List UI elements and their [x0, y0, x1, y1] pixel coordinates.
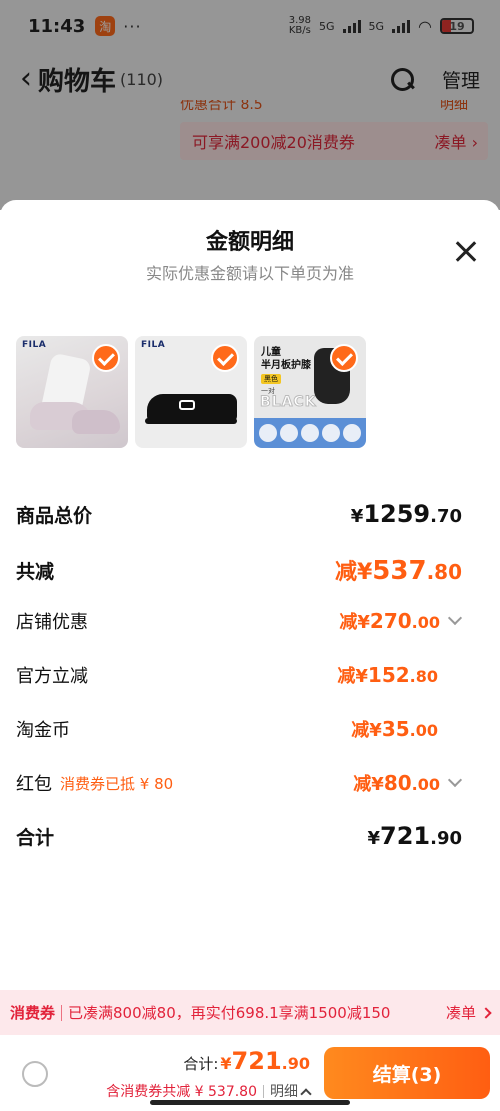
redpacket-amount: 减¥ 80.00	[353, 771, 440, 795]
coins-discount-row: 淘金币 减¥ 35.00	[16, 716, 462, 742]
checkout-button[interactable]: 结算(3)	[324, 1047, 490, 1099]
chevron-down-icon[interactable]	[447, 610, 463, 626]
grand-total-row: 合计 ¥721.90	[16, 822, 462, 850]
chevron-right-icon	[480, 1006, 492, 1019]
promo-text: 已凑满800减80，再实付698.1享满1500减150	[68, 1004, 391, 1022]
item-thumbnail-2[interactable]: FILA	[135, 336, 247, 448]
check-icon[interactable]	[330, 344, 358, 372]
store-discount-label: 店铺优惠	[16, 612, 88, 633]
coins-discount-label: 淘金币	[16, 720, 70, 741]
chevron-down-icon[interactable]	[447, 772, 463, 788]
store-discount-row[interactable]: 店铺优惠 减¥ 270.00	[16, 608, 463, 634]
chevron-up-icon	[300, 1088, 312, 1100]
home-indicator	[150, 1100, 350, 1105]
check-icon[interactable]	[211, 344, 239, 372]
item-thumbnail-1[interactable]: FILA	[16, 336, 128, 448]
checkout-discount-text: 含消费券共减 ¥ 537.80	[106, 1084, 257, 1100]
brand-logo: FILA	[22, 340, 47, 350]
total-discount-row: 共减 减¥ 537.80	[16, 554, 462, 586]
redpacket-label: 红包	[16, 774, 52, 795]
checkout-total-label: 合计:	[183, 1055, 219, 1073]
promo-action-button[interactable]: 凑单	[446, 1002, 492, 1023]
amount-detail-sheet: 金额明细 实际优惠金额请以下单页为准 FILA FILA 儿童 半月板护膝 黑色…	[0, 200, 500, 1111]
sheet-title: 金额明细	[205, 230, 294, 255]
grand-total-label: 合计	[16, 826, 55, 849]
select-all-radio[interactable]	[22, 1061, 48, 1087]
store-discount-amount: 减¥ 270.00	[339, 609, 440, 633]
item-title: 儿童 半月板护膝	[261, 347, 311, 371]
checkout-discount-line: 含消费券共减 ¥ 537.80 明细	[106, 1081, 312, 1101]
brand-logo: FILA	[141, 340, 166, 350]
official-discount-amount: 减¥ 152.80	[337, 663, 438, 687]
close-icon[interactable]	[454, 240, 478, 264]
total-discount-label: 共减	[16, 560, 55, 583]
sheet-subtitle: 实际优惠金额请以下单页为准	[145, 264, 354, 283]
detail-toggle[interactable]: 明细	[270, 1081, 312, 1101]
item-tag: 黑色	[261, 374, 281, 384]
subtotal-row: 商品总价 ¥1259.70	[16, 500, 462, 528]
official-discount-row: 官方立减 减¥ 152.80	[16, 662, 462, 688]
cart-page-underlay: 11:43 淘 ··· 3.98 KB/s 5G 5G ◠ 19 ‹ 购物车 (…	[0, 0, 500, 210]
check-icon[interactable]	[92, 344, 120, 372]
item-color-word: BLACK	[260, 394, 317, 411]
official-discount-label: 官方立减	[16, 666, 88, 687]
checkout-total: 合计: ¥721.90	[183, 1047, 310, 1075]
grand-total-amount: ¥721.90	[367, 822, 462, 850]
redpacket-row[interactable]: 红包 消费券已抵 ¥ 80 减¥ 80.00	[16, 770, 463, 796]
subtotal-amount: ¥1259.70	[350, 500, 462, 528]
dim-overlay[interactable]	[0, 0, 500, 210]
item-thumbnail-3[interactable]: 儿童 半月板护膝 黑色 一对 BLACK	[254, 336, 366, 448]
total-discount-amount: 减¥ 537.80	[334, 556, 462, 586]
redpacket-note: 消费券已抵 ¥ 80	[60, 774, 174, 793]
feature-strip	[254, 418, 366, 448]
selected-items: FILA FILA 儿童 半月板护膝 黑色 一对 BLACK	[16, 336, 366, 448]
subtotal-label: 商品总价	[16, 504, 93, 527]
promo-bar[interactable]: 消费券 已凑满800减80，再实付698.1享满1500减150 凑单	[0, 990, 500, 1035]
coins-discount-amount: 减¥ 35.00	[351, 717, 438, 741]
checkout-total-amount: ¥721.90	[220, 1047, 310, 1075]
promo-label: 消费券	[10, 1004, 56, 1022]
